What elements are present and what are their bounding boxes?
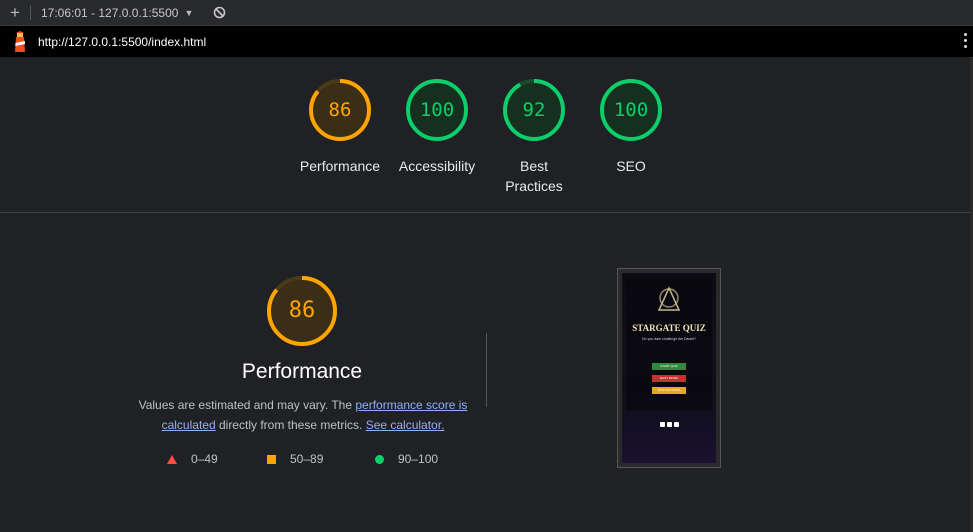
screenshot-easy-button: EASY MODE xyxy=(652,375,686,382)
lighthouse-topbar: http://127.0.0.1:5500/index.html xyxy=(0,26,973,57)
gauge-accessibility[interactable]: 100 Accessibility xyxy=(392,77,482,176)
circle-icon xyxy=(375,454,384,464)
legend-range: 90–100 xyxy=(398,452,439,466)
gauge-score: 100 xyxy=(419,99,455,121)
stargate-logo-icon xyxy=(657,286,681,317)
performance-score: 86 xyxy=(288,298,316,323)
legend-range: 50–89 xyxy=(290,452,324,466)
toolbar-separator xyxy=(30,5,31,20)
report-url: http://127.0.0.1:5500/index.html xyxy=(38,34,207,49)
lighthouse-logo-icon xyxy=(12,30,28,53)
more-options-icon[interactable] xyxy=(964,33,967,48)
screenshot-canvas: STARGATE QUIZ Do you dare challenge the … xyxy=(622,273,716,463)
gauge-seo[interactable]: 100 SEO xyxy=(586,77,676,176)
performance-title: Performance xyxy=(241,360,363,383)
see-calculator-link[interactable]: See calculator. xyxy=(366,418,445,432)
twitter-icon xyxy=(674,422,679,427)
screenshot-instructions-button: INSTRUCTIONS xyxy=(652,387,686,394)
gauge-score: 86 xyxy=(328,99,352,121)
instagram-icon xyxy=(667,422,672,427)
gauge-score: 92 xyxy=(522,99,546,121)
gauge-best-practices[interactable]: 92 Best Practices xyxy=(489,77,579,196)
screenshot-start-button: START QUIZ xyxy=(652,363,686,370)
gauge-label: Performance xyxy=(299,158,381,174)
report-session-label: 17:06:01 - 127.0.0.1:5500 xyxy=(41,5,179,20)
gauge-label: SEO xyxy=(616,158,646,174)
facebook-icon xyxy=(660,422,665,427)
screenshot-social-icons xyxy=(660,422,679,427)
triangle-icon xyxy=(167,454,177,464)
section-divider xyxy=(0,212,970,213)
gauge-label: Best Practices xyxy=(505,158,563,194)
screenshot-title: STARGATE QUIZ xyxy=(632,323,706,333)
square-icon xyxy=(267,454,276,464)
description-text: directly from these metrics. xyxy=(215,418,366,432)
final-screenshot[interactable]: STARGATE QUIZ Do you dare challenge the … xyxy=(617,268,721,468)
legend-range: 0–49 xyxy=(191,452,218,466)
chevron-down-icon: ▼ xyxy=(184,7,194,18)
legend-item-pass: 90–100 xyxy=(375,452,438,466)
report-selector[interactable]: 17:06:01 - 127.0.0.1:5500 ▼ xyxy=(41,6,193,20)
screenshot-subtitle: Do you dare challenge the Daniel? xyxy=(642,337,696,341)
legend-item-fail: 0–49 xyxy=(167,452,218,466)
vertical-separator xyxy=(486,333,487,407)
gauge-label: Accessibility xyxy=(398,158,476,174)
clear-reports-icon[interactable] xyxy=(213,6,226,19)
performance-gauge-large: 86 xyxy=(238,274,366,348)
gauge-score: 100 xyxy=(613,99,649,121)
gauge-performance[interactable]: 86 Performance xyxy=(295,77,385,176)
description-text: Values are estimated and may vary. The xyxy=(138,398,356,412)
devtools-toolbar: + 17:06:01 - 127.0.0.1:5500 ▼ xyxy=(0,0,973,26)
legend-item-average: 50–89 xyxy=(267,452,323,466)
add-report-button[interactable]: + xyxy=(0,3,30,23)
performance-description: Values are estimated and may vary. The p… xyxy=(138,395,468,435)
